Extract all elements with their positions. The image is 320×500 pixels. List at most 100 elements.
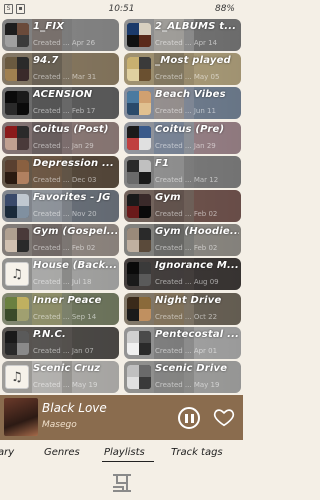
playlist-title: Inner Peace [33,294,102,306]
music-note-icon: ♫ [11,370,23,385]
playlist-subtitle: Created ... Oct 22 [155,312,218,321]
playlist-thumbnail [5,194,29,218]
library-tabs: ary Genres Playlists Track tags [0,440,243,468]
playlist-card[interactable]: ♫ House (Back... Created ... Jul 18 [2,258,119,291]
playlist-card[interactable]: Gym Created ... Feb 02 [124,190,241,222]
playlist-card[interactable]: Pentecostal ... Created ... Apr 01 [124,326,241,359]
thumbnail-tile [127,365,139,377]
thumbnail-tile [139,308,151,321]
thumbnail-tile [139,262,151,275]
playlist-card[interactable]: Ignorance M... Created ... Aug 09 [124,258,241,291]
battery-level: 88% [214,3,235,14]
thumbnail-tile [5,240,17,253]
playlist-title: Scenic Cruz [33,363,101,374]
playlist-subtitle: Created ... Jan 29 [33,141,94,150]
playlist-subtitle: Created ... Feb 17 [33,107,96,116]
thumbnail-tile [139,228,151,241]
playlist-subtitle: Created ... May 19 [155,381,220,389]
tab-genres[interactable]: Genres [44,447,80,458]
playlist-thumbnail [127,159,151,184]
playlist-title: Night Drive [155,294,222,306]
thumbnail-tile [5,330,17,343]
thumbnail-tile [5,69,17,82]
playlist-title: Scenic Drive [155,363,228,374]
pause-button[interactable] [178,407,200,429]
playlist-title: House (Back... [33,260,117,272]
playlist-card[interactable]: Coitus (Post) Created ... Jan 29 [2,121,119,154]
playlist-card[interactable]: 94.7 Created ... Mar 31 [2,53,119,86]
thumbnail-tile [139,103,151,116]
playlist-title: Gym [155,192,181,203]
playlist-card[interactable]: Scenic Drive Created ... May 19 [124,361,241,393]
thumbnail-tile [5,171,17,184]
playlist-card[interactable]: Gym (Hoodie... Created ... Feb 02 [124,224,241,257]
playlist-card[interactable]: P.N.C. Created ... Jan 07 [2,326,119,359]
thumbnail-tile [5,137,17,150]
thumbnail-tile [139,206,151,218]
playlist-title: Gym (Hoodie... [155,226,239,238]
playlist-subtitle: Created ... Feb 02 [155,244,218,253]
thumbnail-tile [139,69,151,82]
tab-track-tags[interactable]: Track tags [171,447,223,458]
thumbnail-tile [139,365,151,377]
thumbnail-tile [17,57,29,70]
playlist-card[interactable]: 1_FIX Created ... Apr 26 [2,19,119,51]
playlist-thumbnail [5,23,29,47]
playlist-card[interactable]: _Most played Created ... May 05 [124,53,241,86]
playlist-card[interactable]: ACENSION Created ... Feb 17 [2,87,119,120]
thumbnail-tile [5,125,17,138]
playlist-card[interactable]: Gym (Gospel... Created ... Feb 02 [2,224,119,257]
thumbnail-tile [17,308,29,321]
thumbnail-tile [5,296,17,309]
playlist-thumbnail [127,91,151,116]
thumbnail-tile [127,23,139,35]
thumbnail-tile [127,342,139,355]
thumbnail-tile [17,296,29,309]
playlist-subtitle: Created ... Dec 03 [33,175,97,184]
playlist-card[interactable]: 2_ALBUMS t... Created ... Apr 14 [124,19,241,51]
album-art[interactable] [4,398,38,436]
playlist-subtitle: Created ... Apr 14 [155,39,218,47]
playlist-thumbnail [5,228,29,253]
thumbnail-tile [17,69,29,82]
thumbnail-tile [127,262,139,275]
playlist-subtitle: Created ... Aug 09 [155,278,219,287]
thumbnail-tile [5,308,17,321]
tab-library[interactable]: ary [0,447,14,458]
playlist-card[interactable]: Favorites - JG Created ... Nov 20 [2,190,119,222]
thumbnail-tile [5,23,17,35]
tab-playlists[interactable]: Playlists [104,447,145,458]
active-tab-indicator [102,461,154,462]
playlist-card[interactable]: Beach Vibes Created ... Jun 11 [124,87,241,120]
now-playing-bar[interactable]: Black Love Masego [0,395,243,440]
playlist-thumbnail [5,330,29,355]
thumbnail-tile [139,171,151,184]
playlist-thumbnail [127,296,151,321]
playlist-thumbnail [127,125,151,150]
playlist-title: Gym (Gospel... [33,226,117,238]
thumbnail-tile [139,91,151,104]
thumbnail-tile [127,296,139,309]
heart-icon[interactable] [213,406,235,428]
thumbnail-tile [17,194,29,206]
playlist-thumbnail [127,228,151,253]
playlist-card[interactable]: ♫ Scenic Cruz Created ... May 19 [2,361,119,393]
thumbnail-tile [139,330,151,343]
playlist-subtitle: Created ... Mar 31 [33,73,97,82]
playlist-subtitle: Created ... Mar 12 [155,175,219,184]
thumbnail-tile [127,171,139,184]
thumbnail-tile [17,35,29,47]
thumbnail-tile [139,125,151,138]
playlist-title: ACENSION [33,89,93,101]
playlist-subtitle: Created ... Nov 20 [33,210,97,218]
playlist-card[interactable]: Inner Peace Created ... Sep 14 [2,292,119,325]
playlist-card[interactable]: F1 Created ... Mar 12 [124,155,241,188]
playlist-subtitle: Created ... Jan 07 [33,346,94,355]
playlist-card[interactable]: Depression ... Created ... Dec 03 [2,155,119,188]
playlist-card[interactable]: Night Drive Created ... Oct 22 [124,292,241,325]
playlist-title: Favorites - JG [33,192,111,203]
thumbnail-tile [139,274,151,287]
playlist-thumbnail [5,91,29,116]
playlist-card[interactable]: Coitus (Pre) Created ... Jan 29 [124,121,241,154]
thumbnail-tile [17,23,29,35]
